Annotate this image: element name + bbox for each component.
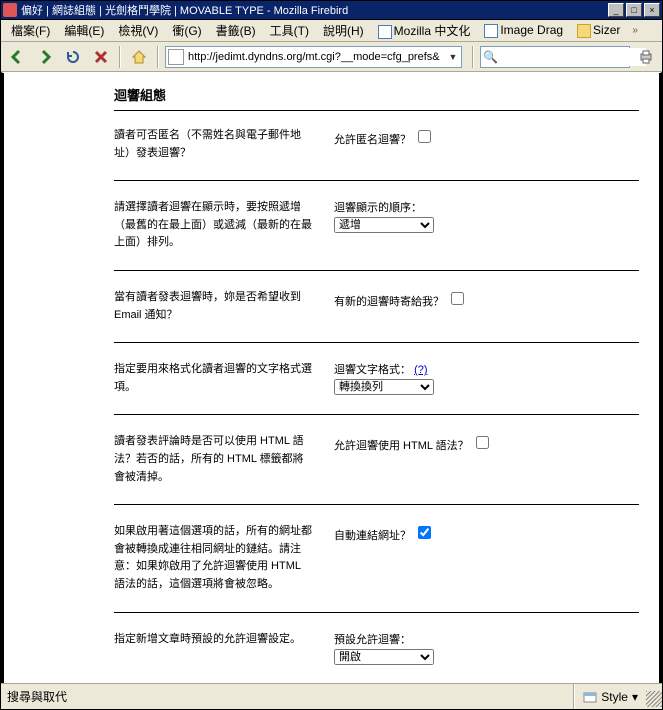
menu-edit[interactable]: 編輯(E) xyxy=(58,20,110,41)
content-scroll[interactable]: 迴響組態 讀者可否匿名（不需姓名與電子郵件地址）發表迴響？ 允許匿名迴響？ 請選擇… xyxy=(1,72,662,683)
home-button[interactable] xyxy=(127,45,151,69)
window-title: 偏好 | 網誌組態 | 光劍格鬥學院 | MOVABLE TYPE - Mozi… xyxy=(21,2,608,18)
setting-control: 自動連結網址？ xyxy=(334,523,639,593)
page-icon xyxy=(484,24,498,38)
setting-control: 允許迴響使用 HTML 語法？ xyxy=(334,433,639,486)
style-label: Style xyxy=(601,690,628,704)
toolbar: ▼ 🔍 xyxy=(1,42,662,72)
setting-checkbox[interactable] xyxy=(418,526,431,539)
setting-select[interactable]: 轉換換列 xyxy=(334,379,434,395)
search-bar[interactable]: 🔍 xyxy=(480,46,630,68)
setting-row: 讀者發表評論時是否可以使用 HTML 語法？若否的話，所有的 HTML 標籤都將… xyxy=(114,433,639,505)
setting-select[interactable]: 遞增遞減 xyxy=(334,217,434,233)
style-icon xyxy=(583,690,597,704)
statusbar: 搜尋與取代 Style ▾ xyxy=(1,683,662,709)
setting-control: 允許匿名迴響？ xyxy=(334,127,639,162)
setting-row: 請選擇讀者迴響在顯示時，要按照遞增（最舊的在最上面）或遞減（最新的在最上面）排列… xyxy=(114,199,639,271)
setting-checkbox[interactable] xyxy=(418,130,431,143)
bookmark-label: Sizer xyxy=(593,23,620,37)
setting-description: 指定新增文章時預設的允許迴響設定。 xyxy=(114,631,314,665)
url-input[interactable] xyxy=(186,48,445,66)
minimize-button[interactable]: _ xyxy=(608,3,624,17)
setting-description: 指定要用來格式化讀者迴響的文字格式選項。 xyxy=(114,361,314,396)
forward-icon xyxy=(37,49,53,65)
setting-description: 如果啟用著這個選項的話，所有的網址都會被轉換成連往相同網址的鏈結。請注意：如果妳… xyxy=(114,523,314,593)
setting-description: 請選擇讀者迴響在顯示時，要按照遞增（最舊的在最上面）或遞減（最新的在最上面）排列… xyxy=(114,199,314,252)
bookmark-label: Mozilla 中文化 xyxy=(394,24,471,38)
setting-control: 預設允許迴響： 開啟關閉 xyxy=(334,631,639,665)
folder-icon xyxy=(577,24,591,38)
menubar: 檔案(F) 編輯(E) 檢視(V) 衝(G) 書籤(B) 工具(T) 說明(H)… xyxy=(1,20,662,42)
menu-bookmarks[interactable]: 書籤(B) xyxy=(210,20,262,41)
forward-button[interactable] xyxy=(33,45,57,69)
home-icon xyxy=(131,49,147,65)
stop-button[interactable] xyxy=(89,45,113,69)
setting-control: 迴響顯示的順序： 遞增遞減 xyxy=(334,199,639,252)
menu-file[interactable]: 檔案(F) xyxy=(5,20,56,41)
page-icon xyxy=(378,25,392,39)
toolbar-separator xyxy=(157,46,159,68)
setting-control: 有新的迴響時寄給我？ xyxy=(334,289,639,324)
setting-row: 當有讀者發表迴響時，妳是否希望收到 Email 通知？ 有新的迴響時寄給我？ xyxy=(114,289,639,343)
style-drop-icon: ▾ xyxy=(632,690,638,704)
print-button[interactable] xyxy=(634,45,658,69)
reload-button[interactable] xyxy=(61,45,85,69)
menu-help[interactable]: 說明(H) xyxy=(317,20,370,41)
search-icon: 🔍 xyxy=(483,50,498,64)
setting-label: 迴響顯示的順序： xyxy=(334,202,422,214)
toolbar-separator xyxy=(472,46,474,68)
style-switcher[interactable]: Style ▾ xyxy=(574,684,646,709)
site-icon xyxy=(168,49,184,65)
close-button[interactable]: × xyxy=(644,3,660,17)
setting-description: 讀者可否匿名（不需姓名與電子郵件地址）發表迴響？ xyxy=(114,127,314,162)
setting-label: 有新的迴響時寄給我？ xyxy=(334,296,447,308)
menu-tools[interactable]: 工具(T) xyxy=(264,20,315,41)
setting-label: 自動連結網址？ xyxy=(334,530,414,542)
setting-select[interactable]: 開啟關閉 xyxy=(334,649,434,665)
maximize-button[interactable]: □ xyxy=(626,3,642,17)
setting-label: 允許匿名迴響？ xyxy=(334,134,414,146)
url-bar[interactable]: ▼ xyxy=(165,46,462,68)
print-icon xyxy=(638,49,654,65)
setting-row: 指定新增文章時預設的允許迴響設定。預設允許迴響： 開啟關閉 xyxy=(114,631,639,684)
back-button[interactable] xyxy=(5,45,29,69)
bookmark-label: Image Drag xyxy=(500,23,563,37)
reload-icon xyxy=(65,49,81,65)
setting-label: 允許迴響使用 HTML 語法？ xyxy=(334,440,472,452)
resize-grip[interactable] xyxy=(646,691,662,707)
setting-description: 當有讀者發表迴響時，妳是否希望收到 Email 通知？ xyxy=(114,289,314,324)
window-titlebar: 偏好 | 網誌組態 | 光劍格鬥學院 | MOVABLE TYPE - Mozi… xyxy=(1,1,662,20)
hint-link[interactable]: (?) xyxy=(414,364,427,376)
search-input[interactable] xyxy=(500,48,646,66)
setting-description: 讀者發表評論時是否可以使用 HTML 語法？若否的話，所有的 HTML 標籤都將… xyxy=(114,433,314,486)
setting-label: 迴響文字格式： xyxy=(334,364,414,376)
toolbar-separator xyxy=(119,46,121,68)
setting-row: 讀者可否匿名（不需姓名與電子郵件地址）發表迴響？ 允許匿名迴響？ xyxy=(114,127,639,181)
bookmark-sizer[interactable]: Sizer xyxy=(571,21,626,40)
page-content: 迴響組態 讀者可否匿名（不需姓名與電子郵件地址）發表迴響？ 允許匿名迴響？ 請選擇… xyxy=(3,73,660,683)
window-buttons: _ □ × xyxy=(608,3,660,17)
setting-row: 如果啟用著這個選項的話，所有的網址都會被轉換成連往相同網址的鏈結。請注意：如果妳… xyxy=(114,523,639,612)
menu-overflow[interactable]: » xyxy=(628,25,642,36)
setting-checkbox[interactable] xyxy=(476,436,489,449)
back-icon xyxy=(9,49,25,65)
menu-view[interactable]: 檢視(V) xyxy=(112,20,164,41)
setting-row: 指定要用來格式化讀者迴響的文字格式選項。 迴響文字格式： (?) 轉換換列 xyxy=(114,361,639,415)
bookmark-image-drag[interactable]: Image Drag xyxy=(478,21,569,40)
stop-icon xyxy=(94,50,108,64)
setting-label: 預設允許迴響： xyxy=(334,634,411,646)
app-icon xyxy=(3,3,17,17)
setting-control: 迴響文字格式： (?) 轉換換列 xyxy=(334,361,639,396)
url-dropdown[interactable]: ▼ xyxy=(445,52,461,62)
setting-checkbox[interactable] xyxy=(451,292,464,305)
status-message: 搜尋與取代 xyxy=(1,684,574,709)
menu-go[interactable]: 衝(G) xyxy=(166,20,207,41)
page-heading: 迴響組態 xyxy=(114,81,639,111)
bookmark-mozilla-zh[interactable]: Mozilla 中文化 xyxy=(372,20,477,41)
